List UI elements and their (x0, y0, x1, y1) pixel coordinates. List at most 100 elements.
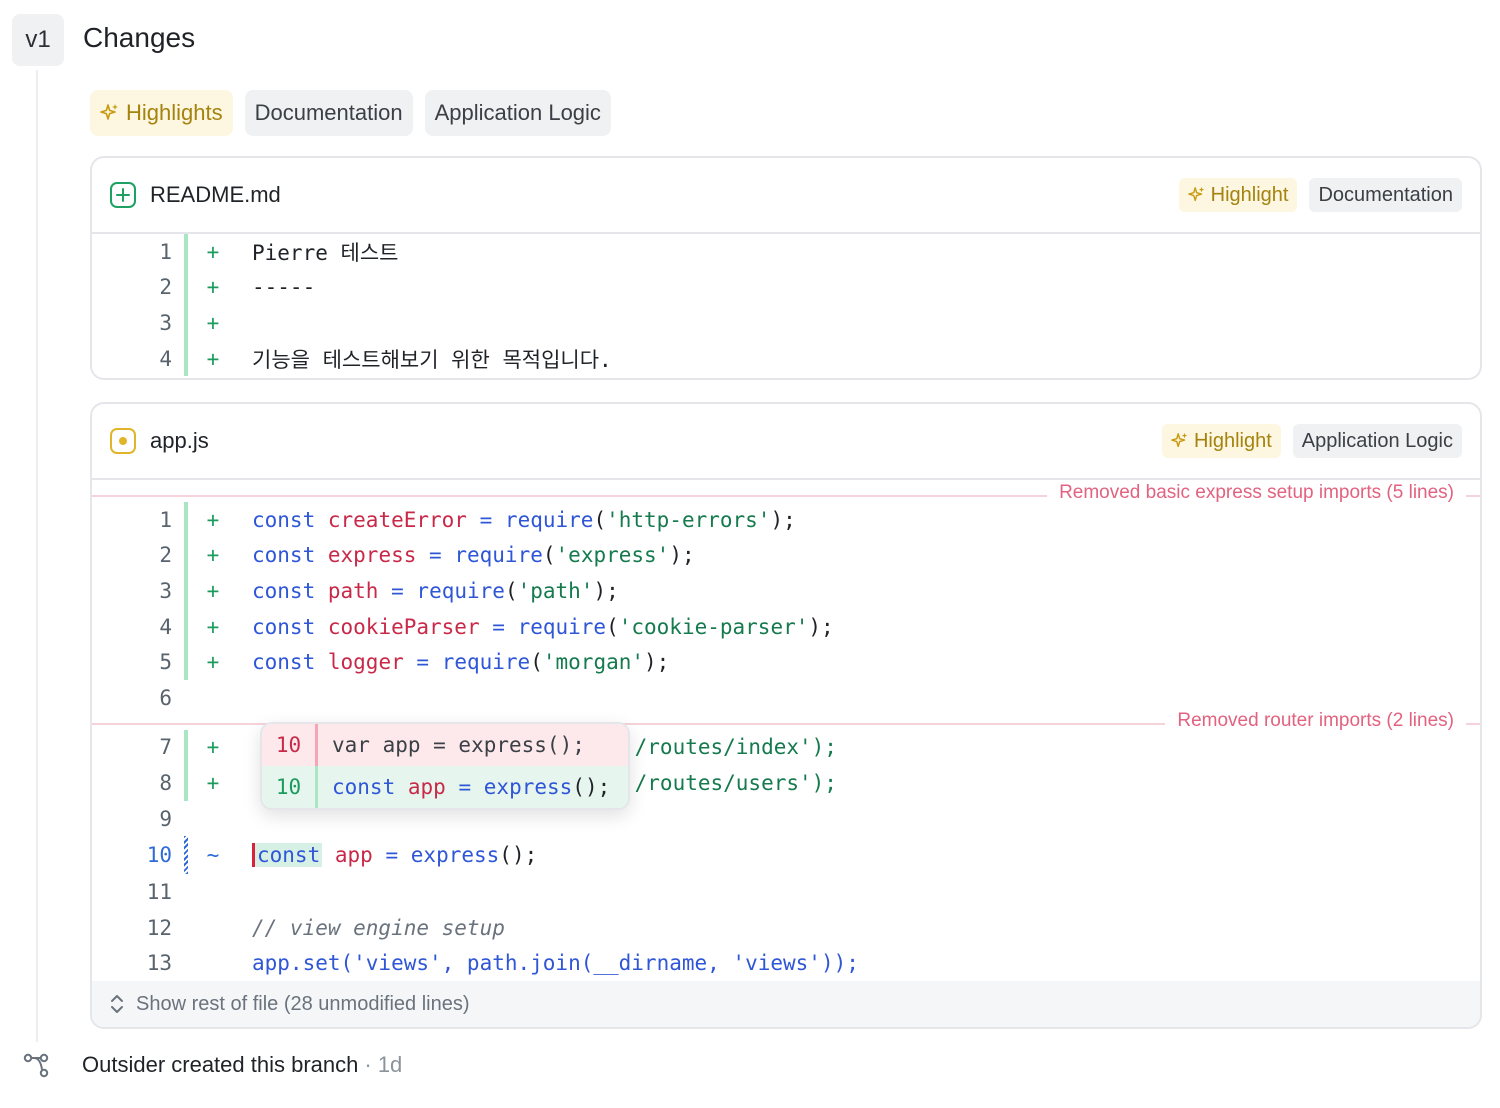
diff-sign: + (206, 310, 220, 335)
popover-new-line: 10 const app = express(); (262, 766, 628, 808)
line-number: 3 (159, 310, 172, 335)
popover-old-line: 10 var app = express(); (262, 724, 628, 766)
file-card-readme: README.md Highlight Documentation 1 + Pi… (90, 156, 1482, 381)
line-number: 4 (159, 614, 172, 639)
line-number: 10 (146, 843, 172, 868)
diff-line: 4 + const cookieParser = require('cookie… (92, 608, 1480, 645)
branch-icon (23, 1053, 49, 1078)
code-text: const createError = require('http-errors… (252, 507, 796, 532)
diff-line: 3 + (92, 305, 1480, 341)
diff-sign: + (206, 507, 220, 532)
filter-tab-label: Documentation (254, 100, 403, 125)
diff-sign: + (206, 770, 220, 795)
file-name: README.md (150, 182, 281, 207)
filter-tab-label: Application Logic (434, 100, 601, 125)
line-number: 2 (159, 275, 172, 300)
file-modified-icon (110, 428, 136, 454)
diff-line-modified[interactable]: 10 ~ const app = express(); (92, 836, 1480, 875)
line-number: 2 (159, 543, 172, 568)
version-badge: v1 (12, 14, 64, 66)
show-rest-button[interactable]: Show rest of file (28 unmodified lines) (92, 981, 1480, 1028)
diff-line: 12 // view engine setup (92, 910, 1480, 946)
diff-line: 1 + Pierre 테스트 (92, 234, 1480, 270)
diff-sign: + (206, 650, 220, 675)
line-number: 13 (146, 951, 172, 976)
line-number: 11 (146, 880, 172, 905)
line-number: 4 (159, 346, 172, 371)
line-number: 6 (159, 685, 172, 710)
category-tag[interactable]: Documentation (1309, 178, 1462, 212)
file-header[interactable]: README.md Highlight Documentation (92, 158, 1480, 234)
section-title: Changes (83, 22, 196, 53)
filter-tab-application-logic[interactable]: Application Logic (424, 90, 611, 136)
code-text: Pierre 테스트 (252, 240, 399, 265)
line-number: 8 (159, 770, 172, 795)
tag-label: Highlight (1193, 429, 1272, 452)
timeline-line (36, 70, 38, 1042)
filter-tabs: Highlights Documentation Application Log… (90, 90, 611, 136)
diff-sign: + (206, 275, 220, 300)
tag-label: Highlight (1210, 183, 1289, 206)
event-text: Outsider created this branch (82, 1052, 359, 1077)
diff-line: 2 + const express = require('express'); (92, 537, 1480, 574)
code-text: ----- (252, 275, 316, 300)
code-text: 기능을 테스트해보기 위한 목적입니다. (252, 347, 612, 372)
diff-sign: + (206, 735, 220, 760)
line-number: 5 (159, 650, 172, 675)
diff-sign: ~ (206, 843, 220, 868)
code-text: const logger = require('morgan'); (252, 650, 670, 675)
diff-sign: + (206, 346, 220, 371)
tag-label: Application Logic (1301, 429, 1453, 452)
line-number: 10 (262, 766, 318, 808)
tag-label: Documentation (1318, 183, 1453, 206)
filter-tab-label: Highlights (126, 100, 223, 125)
code-comment: // view engine setup (252, 915, 505, 940)
expand-icon (111, 995, 123, 1014)
diff-body: 1 + Pierre 테스트 2 + ----- 3 + 4 + 기능을 테스트… (92, 234, 1480, 378)
diff-line: 5 + const logger = require('morgan'); (92, 644, 1480, 680)
branch-event: Outsider created this branch · 1d (22, 1050, 402, 1080)
code-text: const app = express(); (332, 775, 611, 799)
diff-line: 3 + const path = require('path'); (92, 573, 1480, 609)
line-number: 1 (159, 507, 172, 532)
code-text: const app = express(); (238, 843, 537, 868)
diff-line: 1 + const createError = require('http-er… (92, 502, 1480, 538)
line-number: 1 (159, 239, 172, 264)
diff-line: 4 + 기능을 테스트해보기 위한 목적입니다. (92, 340, 1480, 377)
diff-line: 2 + ----- (92, 269, 1480, 306)
code-text: app.set('views', path.join(__dirname, 'v… (252, 951, 859, 976)
line-number: 7 (159, 735, 172, 760)
show-rest-label: Show rest of file (28 unmodified lines) (136, 992, 470, 1015)
diff-line: 11 (92, 874, 1480, 910)
line-number: 12 (146, 915, 172, 940)
diff-sign: + (206, 543, 220, 568)
sparkle-icon (1187, 186, 1204, 202)
code-text: const path = require('path'); (252, 578, 619, 603)
line-number: 3 (159, 578, 172, 603)
removed-lines-label: Removed router imports (2 lines) (1165, 709, 1466, 732)
file-added-icon (110, 182, 136, 208)
highlight-tag[interactable]: Highlight (1161, 424, 1281, 458)
file-card-app-js: app.js Highlight Application Logic Remov… (90, 402, 1482, 1030)
diff-line: 13 app.set('views', path.join(__dirname,… (92, 946, 1480, 982)
line-number: 9 (159, 806, 172, 831)
category-tag[interactable]: Application Logic (1292, 424, 1462, 458)
file-header[interactable]: app.js Highlight Application Logic (92, 404, 1480, 480)
code-text: var app = express(); (332, 733, 585, 757)
removed-lines-label: Removed basic express setup imports (5 l… (1047, 482, 1466, 504)
inline-diff-popover: 10 var app = express(); 10 const app = e… (260, 722, 630, 810)
diff-sign: + (206, 239, 220, 264)
diff-sign: + (206, 578, 220, 603)
code-text: const express = require('express'); (252, 543, 695, 568)
removed-lines-marker[interactable]: Removed basic express setup imports (5 l… (92, 482, 1480, 504)
highlight-tag[interactable]: Highlight (1178, 178, 1298, 212)
file-name: app.js (150, 428, 209, 453)
line-number: 10 (262, 724, 318, 766)
sparkle-icon (1171, 432, 1188, 448)
sparkle-icon (100, 104, 118, 120)
changed-token[interactable]: const (252, 843, 323, 868)
filter-tab-documentation[interactable]: Documentation (244, 90, 413, 136)
event-time: · 1d (364, 1052, 403, 1077)
filter-tab-highlights[interactable]: Highlights (90, 90, 233, 136)
diff-sign: + (206, 614, 220, 639)
